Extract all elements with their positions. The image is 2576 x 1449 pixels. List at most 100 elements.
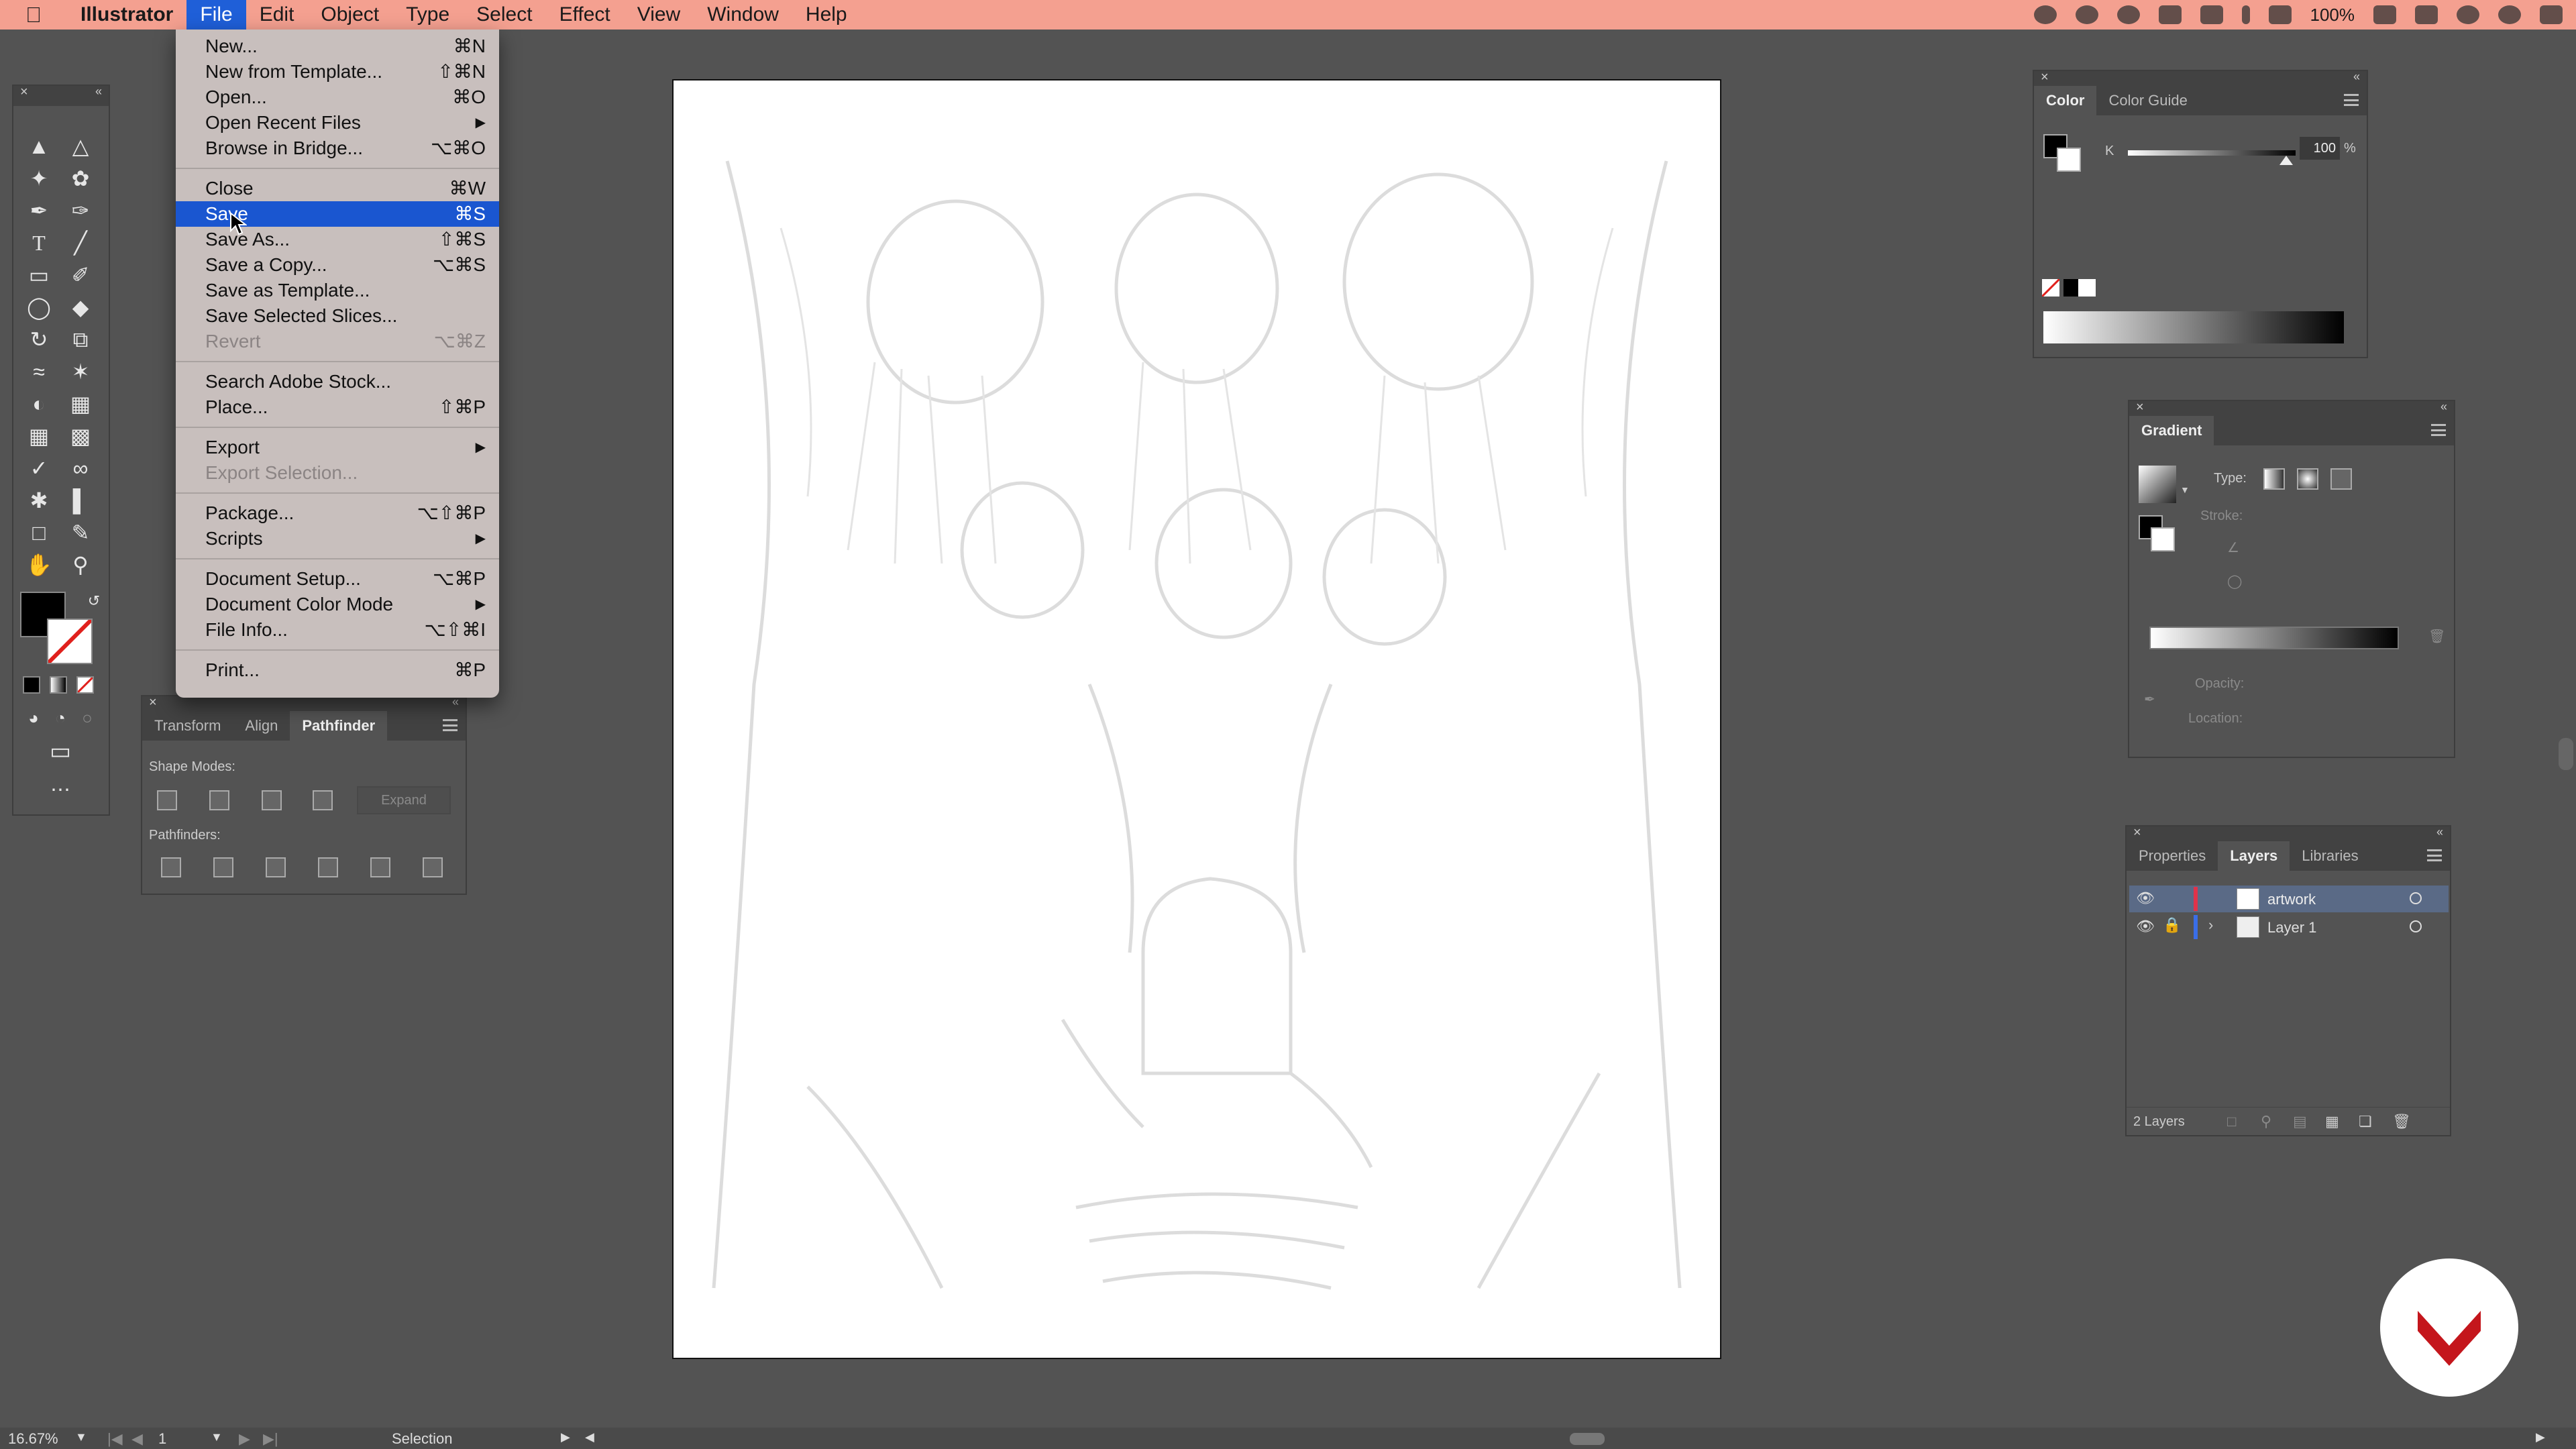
expand-button[interactable]: Expand [357, 786, 451, 814]
visibility-eye-icon[interactable]: 👁 [2136, 890, 2155, 907]
user-avatar-icon[interactable] [2498, 5, 2521, 24]
stroke-swatch[interactable] [2057, 148, 2081, 172]
lock-icon[interactable]: 🔒 [2163, 916, 2181, 934]
chevron-right-icon[interactable]: › [2208, 916, 2213, 934]
menu-object[interactable]: Object [307, 0, 392, 30]
none-swatch[interactable] [2041, 278, 2061, 298]
gradient-mode-icon[interactable] [50, 676, 67, 694]
slice-tool-icon[interactable]: ✎ [67, 519, 94, 546]
eraser-tool-icon[interactable]: ◆ [67, 294, 94, 321]
gradient-preview[interactable] [2139, 466, 2176, 503]
blend-tool-icon[interactable]: ∞ [67, 455, 94, 482]
menu-item-search-stock[interactable]: Search Adobe Stock... [176, 369, 499, 394]
artboard-number[interactable]: 1 [158, 1430, 166, 1448]
vertical-scroll-thumb[interactable] [2559, 738, 2573, 770]
last-artboard-icon[interactable]: ▶| [263, 1430, 278, 1448]
search-icon[interactable] [2457, 5, 2479, 24]
tab-pathfinder[interactable]: Pathfinder [290, 711, 388, 741]
app-menu[interactable]: Illustrator [67, 0, 186, 30]
perspective-grid-tool-icon[interactable]: ▦ [67, 390, 94, 417]
target-circle-icon[interactable] [2410, 892, 2422, 904]
zoom-dropdown-icon[interactable]: ▼ [75, 1430, 87, 1444]
minus-front-icon[interactable] [209, 790, 229, 810]
tab-color[interactable]: Color [2034, 86, 2097, 115]
menu-item-new[interactable]: New... ⌘N [176, 34, 499, 59]
menu-item-scripts[interactable]: Scripts ▶ [176, 526, 499, 551]
selection-tool-icon[interactable]: ▲ [25, 133, 52, 160]
scroll-right-icon[interactable]: ▶ [2536, 1430, 2545, 1444]
menu-item-place[interactable]: Place... ⇧⌘P [176, 394, 499, 420]
artboard-tool-icon[interactable]: □ [25, 519, 52, 546]
horizontal-scroll-thumb[interactable] [1570, 1433, 1605, 1445]
menu-help[interactable]: Help [792, 0, 861, 30]
collapse-icon[interactable]: « [2353, 70, 2360, 84]
checkmark-icon[interactable] [2075, 5, 2098, 24]
next-artboard-icon[interactable]: ▶ [239, 1430, 250, 1448]
trash-icon[interactable]: 🗑 [2392, 1113, 2411, 1130]
zoom-tool-icon[interactable]: ⚲ [67, 551, 94, 578]
export-icon[interactable]: □ [2227, 1113, 2236, 1130]
apple-icon[interactable]:  [0, 3, 67, 28]
artboard-dropdown-icon[interactable]: ▼ [211, 1430, 223, 1444]
menu-item-print[interactable]: Print... ⌘P [176, 657, 499, 683]
display-icon[interactable] [2158, 5, 2182, 24]
tab-color-guide[interactable]: Color Guide [2096, 86, 2199, 115]
menu-item-browse-bridge[interactable]: Browse in Bridge... ⌥⌘O [176, 136, 499, 161]
tab-layers[interactable]: Layers [2218, 841, 2290, 871]
menu-view[interactable]: View [624, 0, 694, 30]
menu-item-open[interactable]: Open... ⌘O [176, 85, 499, 110]
draw-normal-icon[interactable]: ◕ [20, 704, 47, 731]
draw-inside-icon[interactable]: ○ [74, 704, 101, 731]
menu-item-save-template[interactable]: Save as Template... [176, 278, 499, 303]
menu-select[interactable]: Select [463, 0, 545, 30]
stroke-swatch[interactable] [46, 618, 93, 665]
menu-edit[interactable]: Edit [246, 0, 308, 30]
tab-properties[interactable]: Properties [2127, 841, 2218, 871]
magic-wand-tool-icon[interactable]: ✦ [25, 165, 52, 192]
keyboard-input-icon[interactable] [2415, 5, 2438, 24]
edit-toolbar-icon[interactable]: ⋯ [47, 777, 74, 804]
tab-gradient[interactable]: Gradient [2129, 416, 2214, 445]
none-mode-icon[interactable] [76, 676, 94, 694]
notification-center-icon[interactable] [2540, 5, 2563, 24]
color-spectrum-ramp[interactable] [2043, 311, 2344, 343]
stroke-swatch[interactable] [2151, 527, 2175, 551]
k-slider-track[interactable] [2128, 150, 2296, 156]
menu-window[interactable]: Window [694, 0, 792, 30]
chevron-down-icon[interactable]: ▼ [2180, 484, 2190, 495]
menu-file[interactable]: File [186, 0, 246, 30]
close-icon[interactable]: × [149, 695, 157, 710]
linear-gradient-icon[interactable] [2263, 468, 2285, 490]
menu-item-save-slices[interactable]: Save Selected Slices... [176, 303, 499, 329]
rectangle-tool-icon[interactable]: ▭ [25, 262, 52, 288]
shape-builder-tool-icon[interactable]: ◐ [25, 390, 52, 417]
close-icon[interactable]: × [20, 85, 28, 100]
delete-stop-icon[interactable]: 🗑 [2428, 628, 2445, 645]
creative-cloud-icon[interactable] [2116, 5, 2140, 24]
eyedropper-tool-icon[interactable]: ✓ [25, 455, 52, 482]
pen-tool-icon[interactable]: ✒ [25, 197, 52, 224]
airplay-icon[interactable] [2200, 5, 2223, 24]
panel-menu-icon[interactable] [2344, 94, 2359, 106]
new-layer-icon[interactable]: ❏ [2359, 1113, 2372, 1130]
tab-libraries[interactable]: Libraries [2290, 841, 2370, 871]
symbol-sprayer-tool-icon[interactable]: ✱ [25, 487, 52, 514]
menu-item-save[interactable]: Save ⌘S [176, 201, 499, 227]
menu-item-file-info[interactable]: File Info... ⌥⇧⌘I [176, 617, 499, 643]
collapse-icon[interactable]: « [95, 85, 102, 99]
wifi-icon[interactable] [2268, 5, 2292, 24]
layer-name[interactable]: Layer 1 [2267, 919, 2316, 936]
minus-back-icon[interactable] [423, 857, 443, 877]
merge-icon[interactable] [266, 857, 286, 877]
crop-icon[interactable] [318, 857, 338, 877]
type-tool-icon[interactable]: T [25, 229, 52, 256]
menu-item-save-as[interactable]: Save As... ⇧⌘S [176, 227, 499, 252]
unite-icon[interactable] [157, 790, 177, 810]
close-icon[interactable]: × [2136, 400, 2144, 415]
menu-item-new-from-template[interactable]: New from Template... ⇧⌘N [176, 59, 499, 85]
close-icon[interactable]: × [2133, 825, 2141, 841]
k-value-field[interactable]: 100 [2300, 137, 2340, 160]
layer-name[interactable]: artwork [2267, 891, 2316, 908]
tab-align[interactable]: Align [233, 711, 290, 741]
lasso-tool-icon[interactable]: ✿ [67, 165, 94, 192]
